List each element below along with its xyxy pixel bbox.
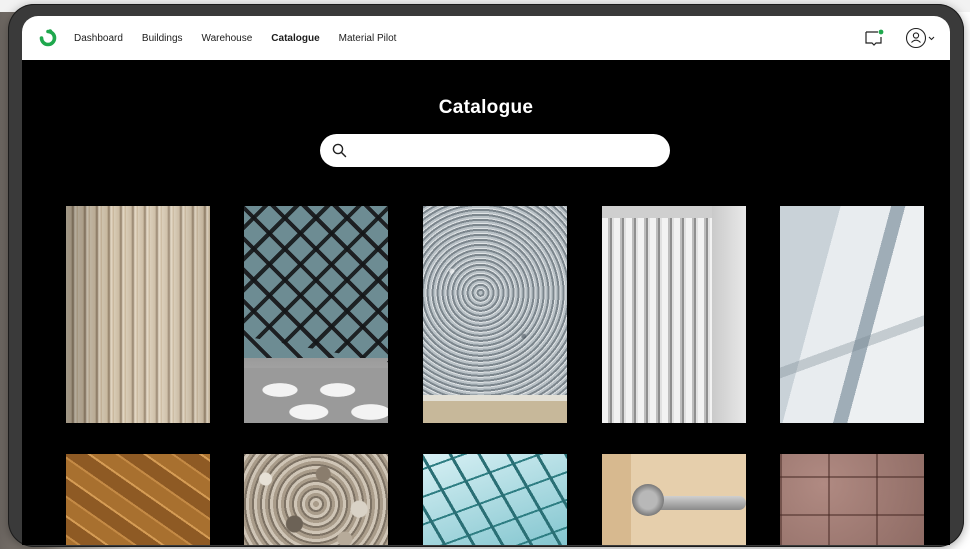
- refresh-logo-icon[interactable]: [37, 27, 59, 49]
- nav-links: Dashboard Buildings Warehouse Catalogue …: [74, 16, 415, 60]
- material-tile-speckled-render[interactable]: [423, 206, 567, 423]
- material-tile-facade-panels[interactable]: [780, 206, 924, 423]
- page-title: Catalogue: [438, 97, 534, 118]
- top-navigation: Dashboard Buildings Warehouse Catalogue …: [22, 16, 950, 60]
- material-tile-door-handle[interactable]: [602, 454, 746, 545]
- message-icon[interactable]: [864, 29, 884, 47]
- material-tile-parquet[interactable]: [66, 454, 210, 545]
- material-tile-glass-grid[interactable]: [423, 454, 567, 545]
- material-tile-gravel[interactable]: [244, 454, 388, 545]
- nav-warehouse[interactable]: Warehouse: [202, 33, 253, 44]
- material-tile-wood-slats[interactable]: [66, 206, 210, 423]
- search-bar[interactable]: [320, 134, 670, 169]
- material-tile-radiator[interactable]: [602, 206, 746, 423]
- material-tile-glass-facade[interactable]: [244, 206, 388, 423]
- search-input[interactable]: [356, 134, 660, 169]
- nav-buildings[interactable]: Buildings: [142, 33, 183, 44]
- user-menu-button[interactable]: [904, 26, 940, 50]
- material-tile-stone-tiles[interactable]: [780, 454, 924, 545]
- user-circle-icon: [905, 27, 927, 49]
- nav-material-pilot[interactable]: Material Pilot: [339, 33, 397, 44]
- chevron-down-icon: [928, 36, 935, 41]
- app-screen: Dashboard Buildings Warehouse Catalogue …: [22, 16, 950, 545]
- device-frame: Dashboard Buildings Warehouse Catalogue …: [8, 4, 964, 547]
- nav-catalogue[interactable]: Catalogue: [271, 33, 319, 44]
- search-icon: [332, 143, 347, 158]
- nav-dashboard[interactable]: Dashboard: [74, 33, 123, 44]
